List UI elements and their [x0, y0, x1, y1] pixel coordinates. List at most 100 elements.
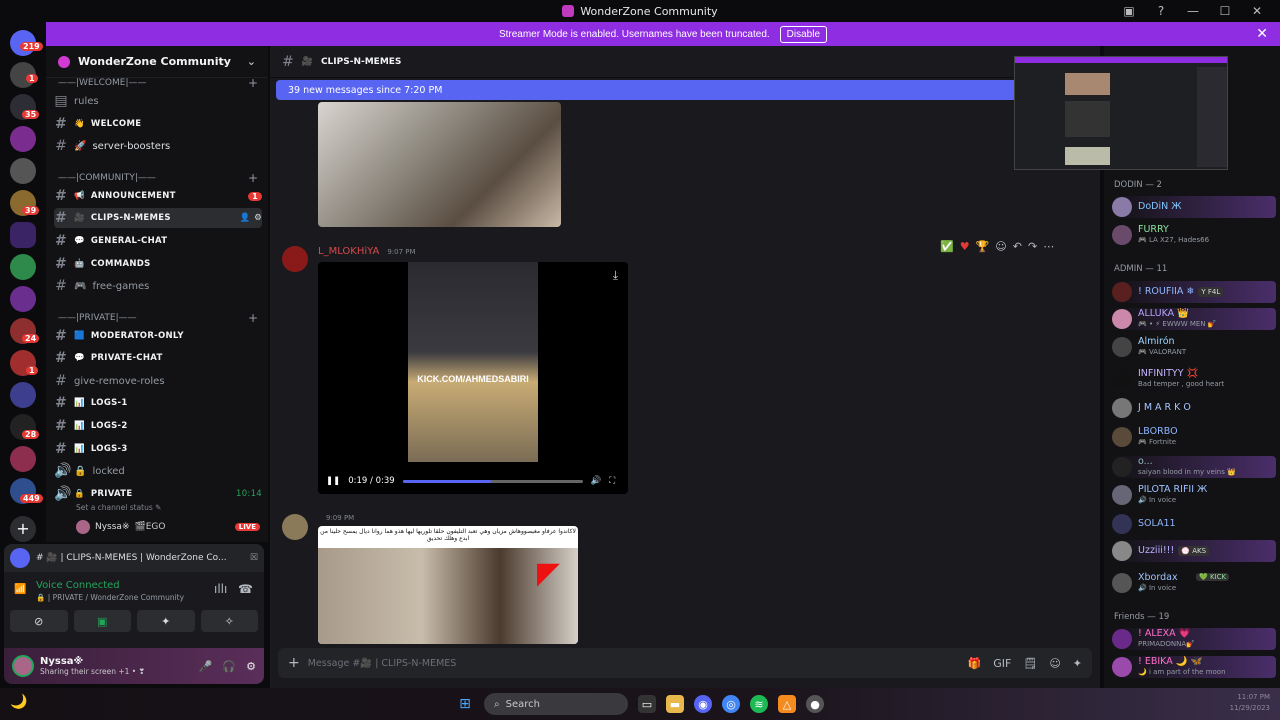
task-view-icon[interactable]: ▭: [638, 695, 656, 713]
camera-off-button[interactable]: ⊘: [10, 610, 68, 632]
screen-share-button[interactable]: ▣: [73, 610, 131, 632]
close-preview-icon[interactable]: ☒: [250, 553, 258, 563]
forward-icon[interactable]: ↷: [1028, 240, 1037, 253]
voice-channel-locked[interactable]: 🔊 🔒 locked: [54, 461, 262, 481]
add-channel-icon[interactable]: +: [248, 311, 258, 325]
banner-close-icon[interactable]: ✕: [1256, 25, 1268, 42]
soundboard-button[interactable]: ✧: [200, 610, 258, 632]
channel-logs-1[interactable]: # 📊 LOGS-1: [54, 393, 262, 413]
clock[interactable]: 11:07 PM 11/29/2023: [1230, 692, 1270, 714]
channel-welcome[interactable]: # 👋 WELCOME: [54, 114, 262, 134]
channel-moderator-only[interactable]: # 🟦 MODERATOR-ONLY: [54, 326, 262, 346]
avatar[interactable]: [282, 246, 308, 272]
screen-share-preview[interactable]: [1014, 56, 1228, 170]
headphones-icon[interactable]: 🎧: [222, 660, 236, 673]
member-row[interactable]: Uzziii!!! 💮 AKS: [1112, 540, 1276, 562]
chrome-icon[interactable]: ◎: [722, 695, 740, 713]
microphone-icon[interactable]: 🎤: [199, 660, 213, 673]
disconnect-icon[interactable]: ☎: [238, 582, 253, 596]
activities-button[interactable]: ✦: [137, 610, 195, 632]
voice-user-row[interactable]: Nyssa※ 🎬EGO LIVE: [76, 518, 260, 536]
obs-icon[interactable]: ●: [806, 695, 824, 713]
avatar[interactable]: [282, 514, 308, 540]
member-row[interactable]: ALLUKA 👑 🎮 • ⚡ EWWW MEN 💅: [1112, 308, 1276, 330]
channel-general-chat[interactable]: # 💬 GENERAL-CHAT: [54, 231, 262, 251]
member-row[interactable]: o... saiyan blood in my veins 👑: [1112, 456, 1276, 478]
fullscreen-icon[interactable]: ⛶: [609, 476, 615, 486]
settings-gear-icon[interactable]: ⚙: [246, 660, 256, 673]
member-row[interactable]: Xbordax 🔊 In voice 💚 KICK: [1112, 572, 1276, 594]
channel-server-boosters[interactable]: # 🚀 server-boosters: [54, 136, 262, 156]
gif-icon[interactable]: GIF: [993, 657, 1011, 670]
pause-icon[interactable]: ❚❚: [326, 476, 340, 486]
app-icon[interactable]: △: [778, 695, 796, 713]
voice-channel-private[interactable]: 🔊 🔒 PRIVATE 10:14: [54, 484, 262, 504]
minimize-button[interactable]: —: [1180, 4, 1206, 18]
channel-announcement[interactable]: # 📢 ANNOUNCEMENT 1: [54, 186, 262, 206]
member-row[interactable]: ! ALEXA 💗 PRIMADONNA💅: [1112, 628, 1276, 650]
trophy-reaction-icon[interactable]: 🏆: [976, 240, 990, 253]
inbox-icon[interactable]: ▣: [1116, 4, 1142, 18]
signal-icon[interactable]: 📶: [14, 584, 28, 596]
download-icon[interactable]: ⤓: [613, 268, 618, 283]
disable-button[interactable]: Disable: [779, 25, 828, 43]
channel-status[interactable]: Set a channel status ✎: [76, 503, 161, 512]
channel-logs-3[interactable]: # 📊 LOGS-3: [54, 439, 262, 459]
message-image[interactable]: [318, 102, 561, 227]
channel-free-games[interactable]: # 🎮 free-games: [54, 276, 262, 296]
channel-rules[interactable]: ▤ rules: [54, 91, 262, 111]
check-reaction-icon[interactable]: ✅: [940, 240, 954, 253]
server-icon[interactable]: [10, 286, 36, 312]
invite-gear-icons[interactable]: 👤 ⚙: [240, 213, 262, 223]
sticker-icon[interactable]: 🗒: [1023, 657, 1037, 670]
channel-give-remove-roles[interactable]: # give-remove-roles: [54, 371, 262, 391]
member-row[interactable]: ! EBIKA 🌙 🦋 🌙 i am part of the moon: [1112, 656, 1276, 678]
add-channel-icon[interactable]: +: [248, 76, 258, 90]
server-header[interactable]: WonderZone Community ⌄: [46, 46, 268, 78]
attach-plus-icon[interactable]: +: [288, 655, 300, 671]
server-icon[interactable]: [10, 382, 36, 408]
message-input[interactable]: Message #🎥 | CLIPS-N-MEMES: [308, 658, 457, 669]
add-reaction-icon[interactable]: ☺: [995, 240, 1006, 253]
member-row[interactable]: SOLA11: [1112, 513, 1276, 535]
stream-preview[interactable]: # 🎥 | CLIPS-N-MEMES | WonderZone Co... ☒: [4, 544, 264, 572]
server-icon[interactable]: [10, 446, 36, 472]
channel-private-chat[interactable]: # 💬 PRIVATE-CHAT: [54, 348, 262, 368]
avatar[interactable]: [12, 655, 34, 677]
member-row[interactable]: PILOTA RIFII Ж 🔊 In voice: [1112, 484, 1276, 506]
add-channel-icon[interactable]: +: [248, 171, 258, 185]
category-welcome[interactable]: ——|WELCOME|—— +: [58, 76, 258, 90]
user-info[interactable]: Nyssa※ Sharing their screen +1 • ❣: [40, 656, 145, 676]
server-icon-active[interactable]: [10, 222, 36, 248]
new-messages-bar[interactable]: 39 new messages since 7:20 PM M: [276, 80, 1076, 100]
more-options-icon[interactable]: ⋯: [1043, 240, 1054, 253]
video-player[interactable]: KICK.COM/AHMEDSABIRI ⤓ ❚❚ 0:19 / 0:39 🔊 …: [318, 262, 628, 494]
weather-icon[interactable]: 🌙: [10, 694, 27, 710]
member-row[interactable]: DoDiN Ж: [1112, 196, 1276, 218]
server-icon[interactable]: [10, 254, 36, 280]
emoji-icon[interactable]: ☺: [1049, 657, 1060, 670]
gift-icon[interactable]: 🎁: [968, 657, 982, 670]
channel-commands[interactable]: # 🤖 COMMANDS: [54, 254, 262, 274]
category-community[interactable]: ——|COMMUNITY|—— +: [58, 171, 258, 185]
taskbar-search[interactable]: ⌕ Search: [484, 693, 628, 715]
message-author[interactable]: L_MLOKHiYA: [318, 246, 379, 257]
apps-icon[interactable]: ✦: [1073, 657, 1082, 670]
noise-suppression-icon[interactable]: ıllı: [214, 582, 227, 596]
category-private[interactable]: ——|PRIVATE|—— +: [58, 311, 258, 325]
windows-start-icon[interactable]: ⊞: [456, 695, 474, 713]
member-row[interactable]: Almirón 🎮 VALORANT: [1112, 336, 1276, 358]
member-row[interactable]: J M A R K O: [1112, 397, 1276, 419]
discord-taskbar-icon[interactable]: ◉: [694, 695, 712, 713]
add-server-button[interactable]: +: [10, 516, 36, 542]
video-progress-bar[interactable]: [402, 479, 583, 483]
volume-icon[interactable]: 🔊: [591, 476, 602, 486]
file-explorer-icon[interactable]: ▬: [666, 695, 684, 713]
member-row[interactable]: INFINITYY 💢 Bad temper , good heart: [1112, 368, 1276, 390]
server-icon[interactable]: [10, 158, 36, 184]
help-icon[interactable]: ?: [1148, 4, 1174, 18]
maximize-button[interactable]: ☐: [1212, 4, 1238, 18]
spotify-icon[interactable]: ≋: [750, 695, 768, 713]
reply-icon[interactable]: ↶: [1013, 240, 1022, 253]
close-button[interactable]: ✕: [1244, 4, 1270, 18]
